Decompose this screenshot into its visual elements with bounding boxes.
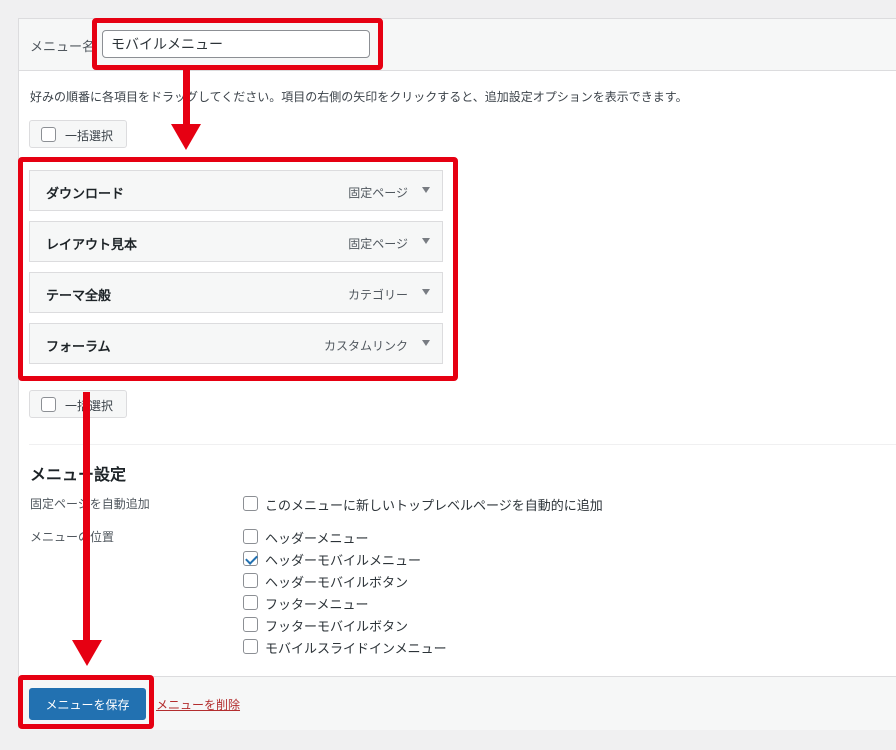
bulk-select-label: 一括選択	[65, 129, 114, 143]
highlight-menu-items	[18, 157, 458, 381]
down-arrow-icon	[171, 124, 201, 150]
location-option-label: ヘッダーモバイルボタン	[265, 576, 409, 591]
bulk-select-bottom[interactable]: 一括選択	[29, 390, 127, 418]
drag-instructions: 好みの順番に各項目をドラッグしてください。項目の右側の矢印をクリックすると、追加…	[30, 90, 688, 104]
menu-location-label: メニューの位置	[30, 530, 115, 544]
checkmark-icon	[245, 552, 258, 565]
menu-name-label: メニュー名	[30, 40, 96, 55]
location-option-label: ヘッダーメニュー	[265, 532, 369, 547]
auto-add-option-label: このメニューに新しいトップレベルページを自動的に追加	[265, 499, 603, 514]
location-option-label: フッターメニュー	[265, 598, 369, 613]
location-option-label: モバイルスライドインメニュー	[265, 642, 447, 657]
bulk-select-checkbox[interactable]	[41, 127, 56, 142]
bulk-select-top[interactable]: 一括選択	[29, 120, 127, 148]
bulk-select-checkbox[interactable]	[41, 397, 56, 412]
down-arrow-icon	[72, 640, 102, 666]
location-checkbox[interactable]	[243, 573, 258, 588]
location-checkbox[interactable]	[243, 551, 258, 566]
location-option-label: ヘッダーモバイルメニュー	[265, 554, 422, 569]
location-option-label: フッターモバイルボタン	[265, 620, 409, 635]
highlight-menu-name	[92, 18, 383, 70]
delete-menu-link[interactable]: メニューを削除	[156, 696, 240, 713]
auto-add-checkbox[interactable]	[243, 496, 258, 511]
location-checkbox[interactable]	[243, 529, 258, 544]
location-checkbox[interactable]	[243, 639, 258, 654]
menu-settings-title: メニュー設定	[30, 465, 127, 484]
arrow-shaft	[83, 392, 90, 642]
section-divider	[29, 444, 896, 445]
highlight-save-button	[18, 675, 154, 729]
location-checkbox[interactable]	[243, 617, 258, 632]
location-checkbox[interactable]	[243, 595, 258, 610]
arrow-shaft	[183, 70, 190, 126]
